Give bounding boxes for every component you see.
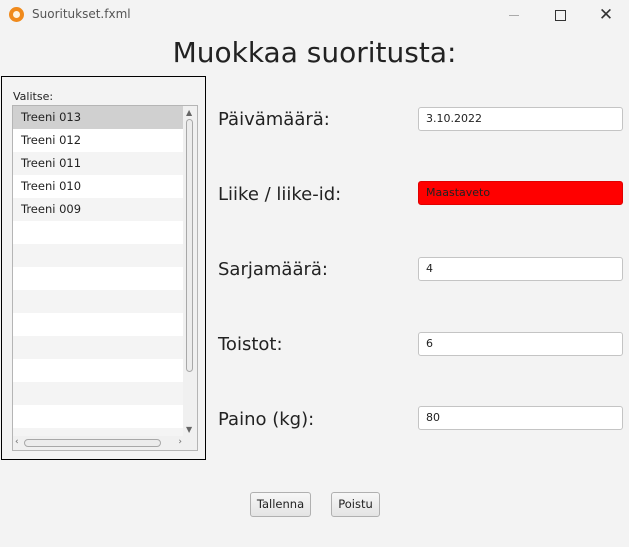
- date-field[interactable]: 3.10.2022: [418, 107, 623, 131]
- empty-row: [13, 221, 184, 244]
- vertical-scrollbar[interactable]: ▲ ▼: [183, 106, 197, 436]
- window-title: Suoritukset.fxml: [32, 7, 131, 21]
- close-button[interactable]: ✕: [583, 0, 629, 30]
- sets-label: Sarjamäärä:: [218, 259, 328, 280]
- horizontal-scroll-thumb[interactable]: [24, 439, 161, 447]
- empty-row: [13, 359, 184, 382]
- reps-label: Toistot:: [218, 334, 283, 355]
- empty-row: [13, 405, 184, 428]
- maximize-button[interactable]: [537, 0, 583, 30]
- sets-field[interactable]: 4: [418, 257, 623, 281]
- minimize-icon: [509, 14, 519, 16]
- minimize-button[interactable]: [491, 0, 537, 30]
- empty-row: [13, 244, 184, 267]
- date-label: Päivämäärä:: [218, 109, 330, 130]
- vertical-scroll-thumb[interactable]: [186, 119, 193, 372]
- empty-row: [13, 382, 184, 405]
- close-icon: ✕: [598, 4, 614, 25]
- list-item[interactable]: Treeni 009: [13, 198, 184, 221]
- scroll-right-icon[interactable]: ›: [178, 437, 182, 447]
- scroll-left-icon[interactable]: ‹: [15, 437, 19, 447]
- empty-row: [13, 336, 184, 359]
- title-bar: Suoritukset.fxml ✕: [0, 0, 629, 30]
- maximize-icon: [554, 9, 566, 21]
- reps-field[interactable]: 6: [418, 332, 623, 356]
- list-item[interactable]: Treeni 011: [13, 152, 184, 175]
- weight-field[interactable]: 80: [418, 406, 623, 430]
- horizontal-scrollbar[interactable]: ‹ ›: [13, 436, 184, 450]
- list-item[interactable]: Treeni 012: [13, 129, 184, 152]
- scroll-up-icon[interactable]: ▲: [186, 108, 192, 117]
- move-field[interactable]: Maastaveto: [418, 181, 623, 205]
- empty-row: [13, 313, 184, 336]
- page-title: Muokkaa suoritusta:: [172, 36, 457, 69]
- move-label: Liike / liike-id:: [218, 184, 342, 205]
- empty-row: [13, 267, 184, 290]
- list-label: Valitse:: [13, 90, 54, 103]
- list-item[interactable]: Treeni 013: [13, 106, 184, 129]
- save-button[interactable]: Tallenna: [250, 492, 311, 517]
- app-icon: [9, 7, 24, 22]
- workout-list-panel: Valitse: Treeni 013 Treeni 012 Treeni 01…: [1, 76, 206, 460]
- empty-row: [13, 290, 184, 313]
- exit-button[interactable]: Poistu: [331, 492, 380, 517]
- scroll-down-icon[interactable]: ▼: [186, 425, 192, 434]
- list-item[interactable]: Treeni 010: [13, 175, 184, 198]
- weight-label: Paino (kg):: [218, 409, 315, 430]
- scrollbar-corner: [183, 436, 197, 450]
- workout-list[interactable]: Treeni 013 Treeni 012 Treeni 011 Treeni …: [12, 105, 198, 451]
